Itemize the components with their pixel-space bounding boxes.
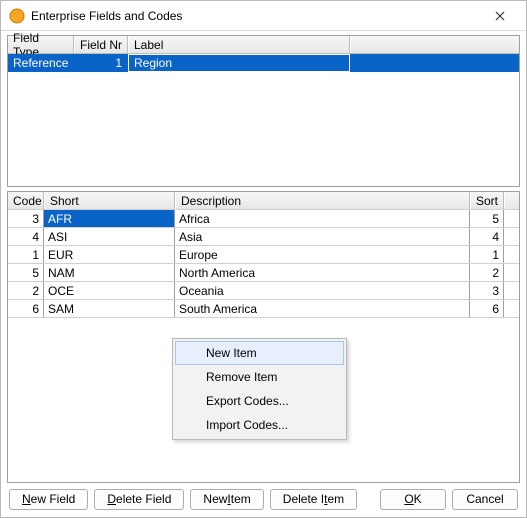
codes-cell-desc[interactable]: North America bbox=[175, 264, 470, 281]
fields-cell-nr: 1 bbox=[74, 54, 128, 72]
codes-cell-short[interactable]: OCE bbox=[44, 282, 175, 299]
codes-cell-desc[interactable]: Europe bbox=[175, 246, 470, 263]
button-bar: New Field Delete Field New Item Delete I… bbox=[1, 483, 526, 517]
table-row[interactable]: 6SAMSouth America6 bbox=[8, 299, 519, 318]
new-item-button[interactable]: New Item bbox=[190, 489, 263, 510]
codes-cell-code[interactable]: 1 bbox=[8, 246, 44, 263]
codes-cell-short[interactable]: EUR bbox=[44, 246, 175, 263]
delete-item-button[interactable]: Delete Item bbox=[270, 489, 357, 510]
codes-cell-code[interactable]: 2 bbox=[8, 282, 44, 299]
fields-header-row: Field Type Field Nr Label bbox=[8, 36, 519, 54]
codes-header-desc[interactable]: Description bbox=[175, 192, 470, 209]
fields-header-nr[interactable]: Field Nr bbox=[74, 36, 128, 53]
codes-header-sort[interactable]: Sort bbox=[470, 192, 504, 209]
titlebar: Enterprise Fields and Codes bbox=[1, 1, 526, 31]
codes-cell-desc[interactable]: Asia bbox=[175, 228, 470, 245]
context-menu-item[interactable]: Export Codes... bbox=[175, 389, 344, 413]
table-row[interactable]: 1EUREurope1 bbox=[8, 245, 519, 264]
context-menu-item[interactable]: New Item bbox=[175, 341, 344, 365]
codes-header-row: Code Short Description Sort bbox=[8, 192, 519, 210]
delete-field-button[interactable]: Delete Field bbox=[94, 489, 184, 510]
fields-header-spacer bbox=[350, 36, 519, 53]
fields-blank-area bbox=[8, 72, 519, 186]
ok-button[interactable]: OK bbox=[380, 489, 446, 510]
codes-cell-short[interactable]: NAM bbox=[44, 264, 175, 281]
context-menu-item[interactable]: Import Codes... bbox=[175, 413, 344, 437]
fields-header-label[interactable]: Label bbox=[128, 36, 350, 53]
fields-cell-type: Reference bbox=[8, 54, 74, 72]
codes-cell-desc[interactable]: Africa bbox=[175, 210, 470, 227]
codes-cell-desc[interactable]: South America bbox=[175, 300, 470, 317]
close-button[interactable] bbox=[480, 2, 520, 30]
codes-cell-short[interactable]: ASI bbox=[44, 228, 175, 245]
table-row[interactable]: 2OCEOceania3 bbox=[8, 281, 519, 300]
dialog-window: Enterprise Fields and Codes Field Type F… bbox=[0, 0, 527, 518]
codes-cell-code[interactable]: 4 bbox=[8, 228, 44, 245]
codes-cell-sort[interactable]: 5 bbox=[470, 210, 504, 227]
codes-cell-sort[interactable]: 3 bbox=[470, 282, 504, 299]
context-menu-item[interactable]: Remove Item bbox=[175, 365, 344, 389]
dialog-content: Field Type Field Nr Label Reference 1 Re… bbox=[1, 31, 526, 483]
codes-cell-short[interactable]: AFR bbox=[44, 210, 175, 227]
app-icon bbox=[9, 8, 25, 24]
fields-cell-spacer bbox=[350, 54, 519, 72]
codes-grid-container: Code Short Description Sort 3AFRAfrica54… bbox=[7, 191, 520, 483]
fields-grid[interactable]: Field Type Field Nr Label Reference 1 Re… bbox=[7, 35, 520, 187]
fields-header-type[interactable]: Field Type bbox=[8, 36, 74, 53]
codes-cell-code[interactable]: 6 bbox=[8, 300, 44, 317]
context-menu[interactable]: New ItemRemove ItemExport Codes...Import… bbox=[172, 338, 347, 440]
codes-header-code[interactable]: Code bbox=[8, 192, 44, 209]
codes-cell-sort[interactable]: 6 bbox=[470, 300, 504, 317]
cancel-button[interactable]: Cancel bbox=[452, 489, 518, 510]
codes-cell-short[interactable]: SAM bbox=[44, 300, 175, 317]
new-field-button[interactable]: New Field bbox=[9, 489, 88, 510]
fields-row[interactable]: Reference 1 Region bbox=[8, 54, 519, 72]
fields-cell-label[interactable]: Region bbox=[128, 54, 350, 72]
codes-header-short[interactable]: Short bbox=[44, 192, 175, 209]
codes-cell-code[interactable]: 3 bbox=[8, 210, 44, 227]
table-row[interactable]: 4ASIAsia4 bbox=[8, 227, 519, 246]
table-row[interactable]: 5NAMNorth America2 bbox=[8, 263, 519, 282]
codes-cell-code[interactable]: 5 bbox=[8, 264, 44, 281]
codes-cell-sort[interactable]: 2 bbox=[470, 264, 504, 281]
window-title: Enterprise Fields and Codes bbox=[31, 9, 480, 23]
codes-cell-sort[interactable]: 1 bbox=[470, 246, 504, 263]
table-row[interactable]: 3AFRAfrica5 bbox=[8, 209, 519, 228]
codes-header-spacer bbox=[504, 192, 519, 209]
codes-cell-desc[interactable]: Oceania bbox=[175, 282, 470, 299]
codes-cell-sort[interactable]: 4 bbox=[470, 228, 504, 245]
